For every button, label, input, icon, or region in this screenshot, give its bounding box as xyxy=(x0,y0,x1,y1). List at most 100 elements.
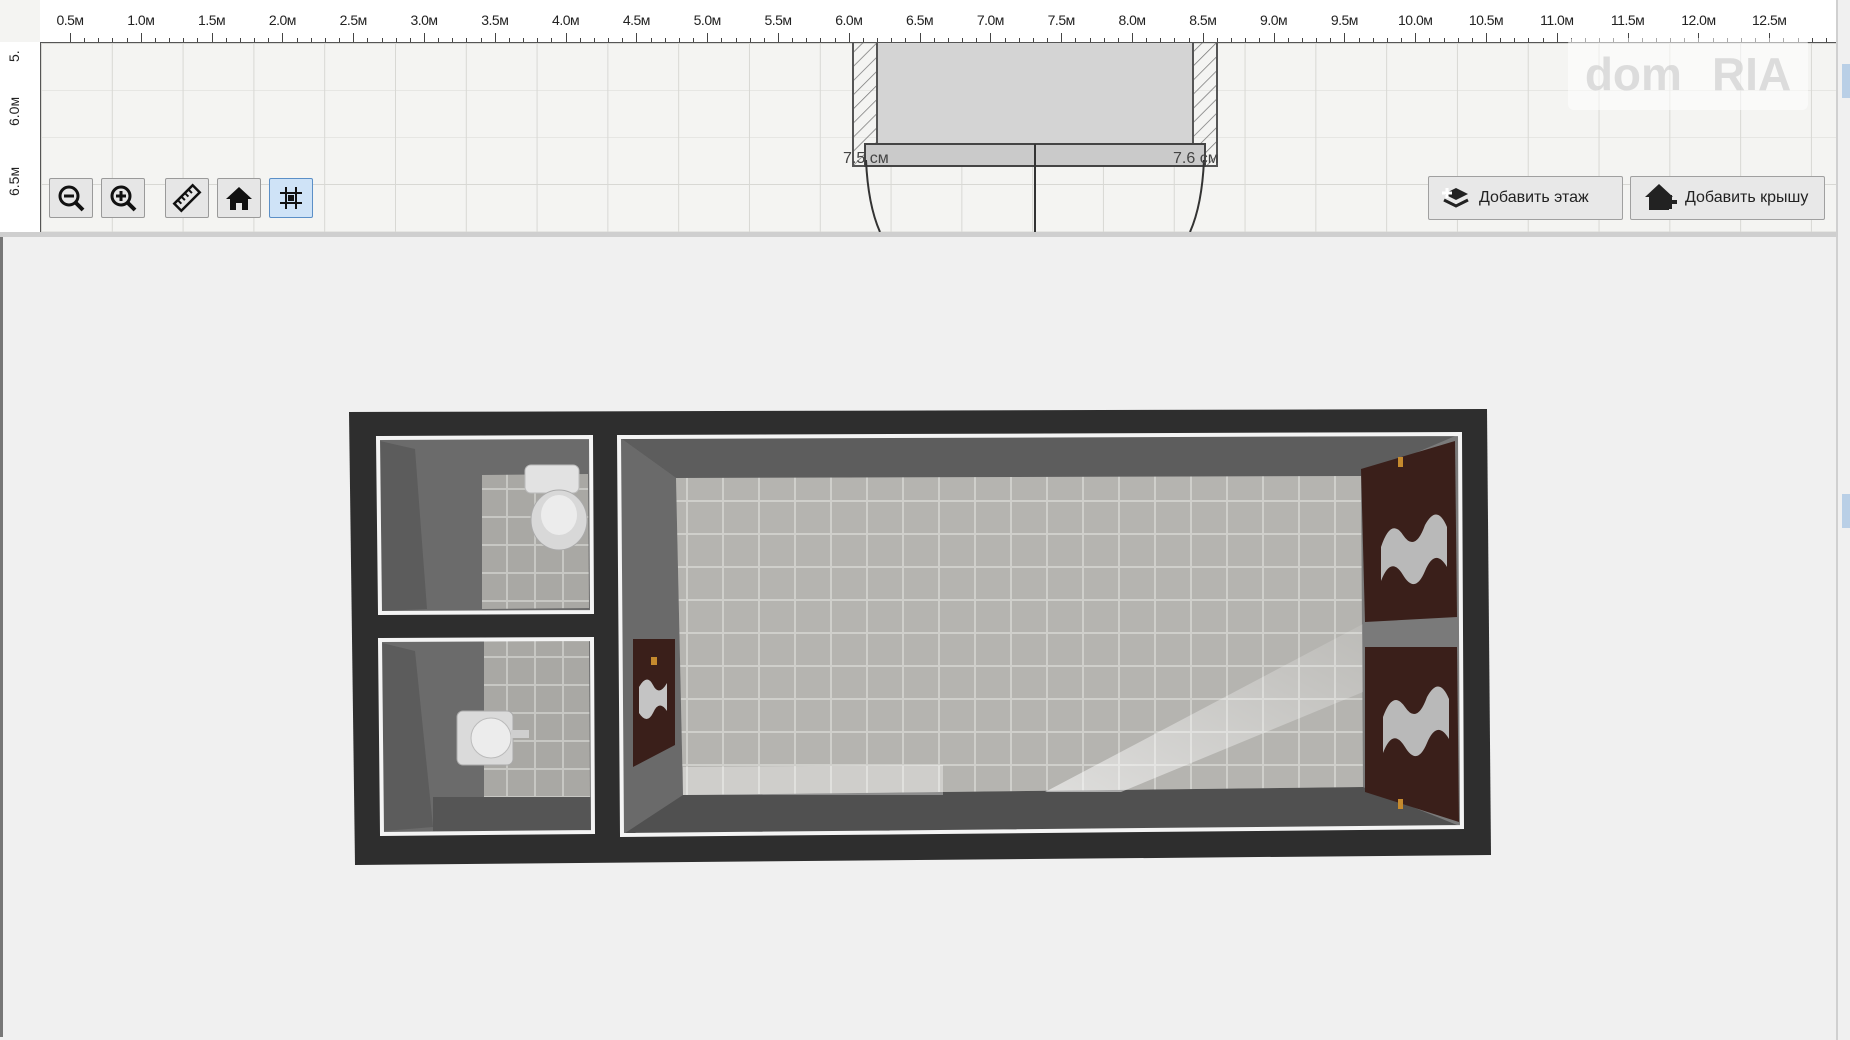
h-ruler-tick xyxy=(409,38,411,42)
h-ruler-tick xyxy=(962,38,964,42)
h-ruler-tick xyxy=(1160,38,1162,42)
h-ruler-tick xyxy=(84,38,86,42)
scroll-marker[interactable] xyxy=(1842,64,1850,98)
h-ruler-tick xyxy=(1386,38,1388,42)
h-ruler-label: 11.0м xyxy=(1540,12,1574,28)
dimension-left: 7.5 см xyxy=(843,150,889,167)
h-ruler-tick xyxy=(947,38,949,42)
zoom-in-button[interactable] xyxy=(101,178,145,218)
add-roof-label: Добавить крышу xyxy=(1685,189,1809,206)
h-ruler-label: 0.5м xyxy=(56,12,84,28)
window-curtain-bottom[interactable] xyxy=(1365,647,1459,822)
add-floor-label: Добавить этаж xyxy=(1479,189,1589,206)
h-ruler-tick xyxy=(608,38,610,42)
h-ruler-tick xyxy=(976,38,978,42)
h-ruler-tick xyxy=(1825,38,1827,42)
h-ruler-tick xyxy=(877,38,879,42)
vertical-ruler[interactable]: 5. 6.0м 6.5м xyxy=(0,42,41,232)
h-ruler-tick xyxy=(1202,33,1204,42)
h-ruler-label: 3.5м xyxy=(481,12,509,28)
h-ruler-tick xyxy=(1287,38,1289,42)
h-ruler-tick xyxy=(1132,33,1133,42)
home-icon xyxy=(226,187,252,210)
h-ruler-tick xyxy=(424,33,425,42)
h-ruler-label: 8.5м xyxy=(1189,12,1217,28)
h-ruler-tick xyxy=(395,38,397,42)
h-ruler-tick xyxy=(438,38,440,42)
h-ruler-label: 10.5м xyxy=(1468,12,1504,28)
h-ruler-tick xyxy=(154,38,156,42)
h-ruler-tick xyxy=(579,38,581,42)
h-ruler-tick xyxy=(112,38,114,42)
h-ruler-tick xyxy=(1103,38,1105,42)
h-ruler-tick xyxy=(636,33,638,42)
h-ruler-tick xyxy=(1146,38,1148,42)
h-ruler-tick xyxy=(1542,38,1544,42)
measure-button[interactable] xyxy=(165,178,209,218)
horizontal-ruler[interactable]: 0.5м 1.0м 1.5м 2.0м 2.5м 3.0м 3.5м 4.0м 4.5м 5.0м… xyxy=(40,0,1836,43)
plan-2d-view[interactable]: 7.5 см 7.6 см 0.5м 1.0м 1.5м 2.0м 2.5м 3.0м 3.… xyxy=(0,0,1836,237)
h-ruler-tick xyxy=(622,38,624,42)
right-scroll-markers[interactable] xyxy=(1836,0,1850,1040)
h-ruler-tick xyxy=(1004,38,1006,42)
h-ruler-tick xyxy=(140,33,142,42)
add-roof-button[interactable]: Добавить крышу xyxy=(1630,176,1825,220)
watermark-text-secondary: RIA xyxy=(1711,48,1792,100)
plan-door-arc-left xyxy=(865,159,881,232)
h-ruler-tick xyxy=(1811,38,1813,42)
h-ruler-label: 5.0м xyxy=(693,12,722,28)
plan-room[interactable] xyxy=(876,41,1194,145)
h-ruler-tick xyxy=(508,38,510,42)
add-floor-button[interactable]: Добавить этаж xyxy=(1428,176,1623,220)
door-left[interactable] xyxy=(633,639,675,767)
h-ruler-tick xyxy=(565,33,567,42)
room-main-hall[interactable] xyxy=(616,431,1465,838)
v-ruler-label: 6.5м xyxy=(6,166,22,196)
h-ruler-tick xyxy=(452,38,454,42)
h-ruler-tick xyxy=(353,33,355,42)
h-ruler-tick xyxy=(1486,33,1487,42)
h-ruler-tick xyxy=(650,38,652,42)
h-ruler-tick xyxy=(254,38,256,42)
h-ruler-tick xyxy=(239,38,241,42)
zoom-in-icon xyxy=(110,185,137,212)
h-ruler-tick xyxy=(1500,38,1502,42)
h-ruler-tick xyxy=(1174,38,1176,42)
h-ruler-label: 11.5м xyxy=(1610,12,1645,28)
scroll-marker[interactable] xyxy=(1842,494,1850,528)
zoom-out-icon xyxy=(58,185,85,212)
h-ruler-tick xyxy=(834,38,836,42)
h-ruler-label: 1.5м xyxy=(198,12,226,28)
h-ruler-tick xyxy=(268,38,270,42)
room-3d-render[interactable] xyxy=(3,237,1839,1037)
h-ruler-tick xyxy=(494,33,496,42)
h-ruler-label: 12.0м xyxy=(1681,12,1716,28)
h-ruler-tick xyxy=(749,38,751,42)
h-ruler-tick xyxy=(1415,33,1417,42)
h-ruler-tick xyxy=(1528,38,1530,42)
watermark-text: dom xyxy=(1584,48,1682,100)
room-bathroom[interactable] xyxy=(377,636,596,837)
h-ruler-tick xyxy=(707,33,709,42)
h-ruler-tick xyxy=(763,38,765,42)
grid-button[interactable] xyxy=(269,178,313,218)
h-ruler-tick xyxy=(778,33,779,42)
h-ruler-tick xyxy=(735,38,737,42)
view-3d[interactable] xyxy=(0,237,1839,1037)
h-ruler-label: 7.0м xyxy=(976,12,1005,28)
add-roof-icon xyxy=(1645,184,1677,210)
h-ruler-tick xyxy=(1273,33,1275,42)
h-ruler-tick xyxy=(1443,38,1445,42)
h-ruler-tick xyxy=(1358,38,1360,42)
h-ruler-tick xyxy=(1344,33,1346,42)
home-button[interactable] xyxy=(217,178,261,218)
h-ruler-tick xyxy=(1032,38,1034,42)
h-ruler-tick xyxy=(990,33,992,42)
zoom-out-button[interactable] xyxy=(49,178,93,218)
h-ruler-tick xyxy=(282,33,284,42)
h-ruler-tick xyxy=(367,38,369,42)
h-ruler-tick xyxy=(310,38,312,42)
h-ruler-tick xyxy=(1245,38,1247,42)
window-curtain-top[interactable] xyxy=(1361,441,1457,622)
room-toilet[interactable] xyxy=(375,434,595,616)
